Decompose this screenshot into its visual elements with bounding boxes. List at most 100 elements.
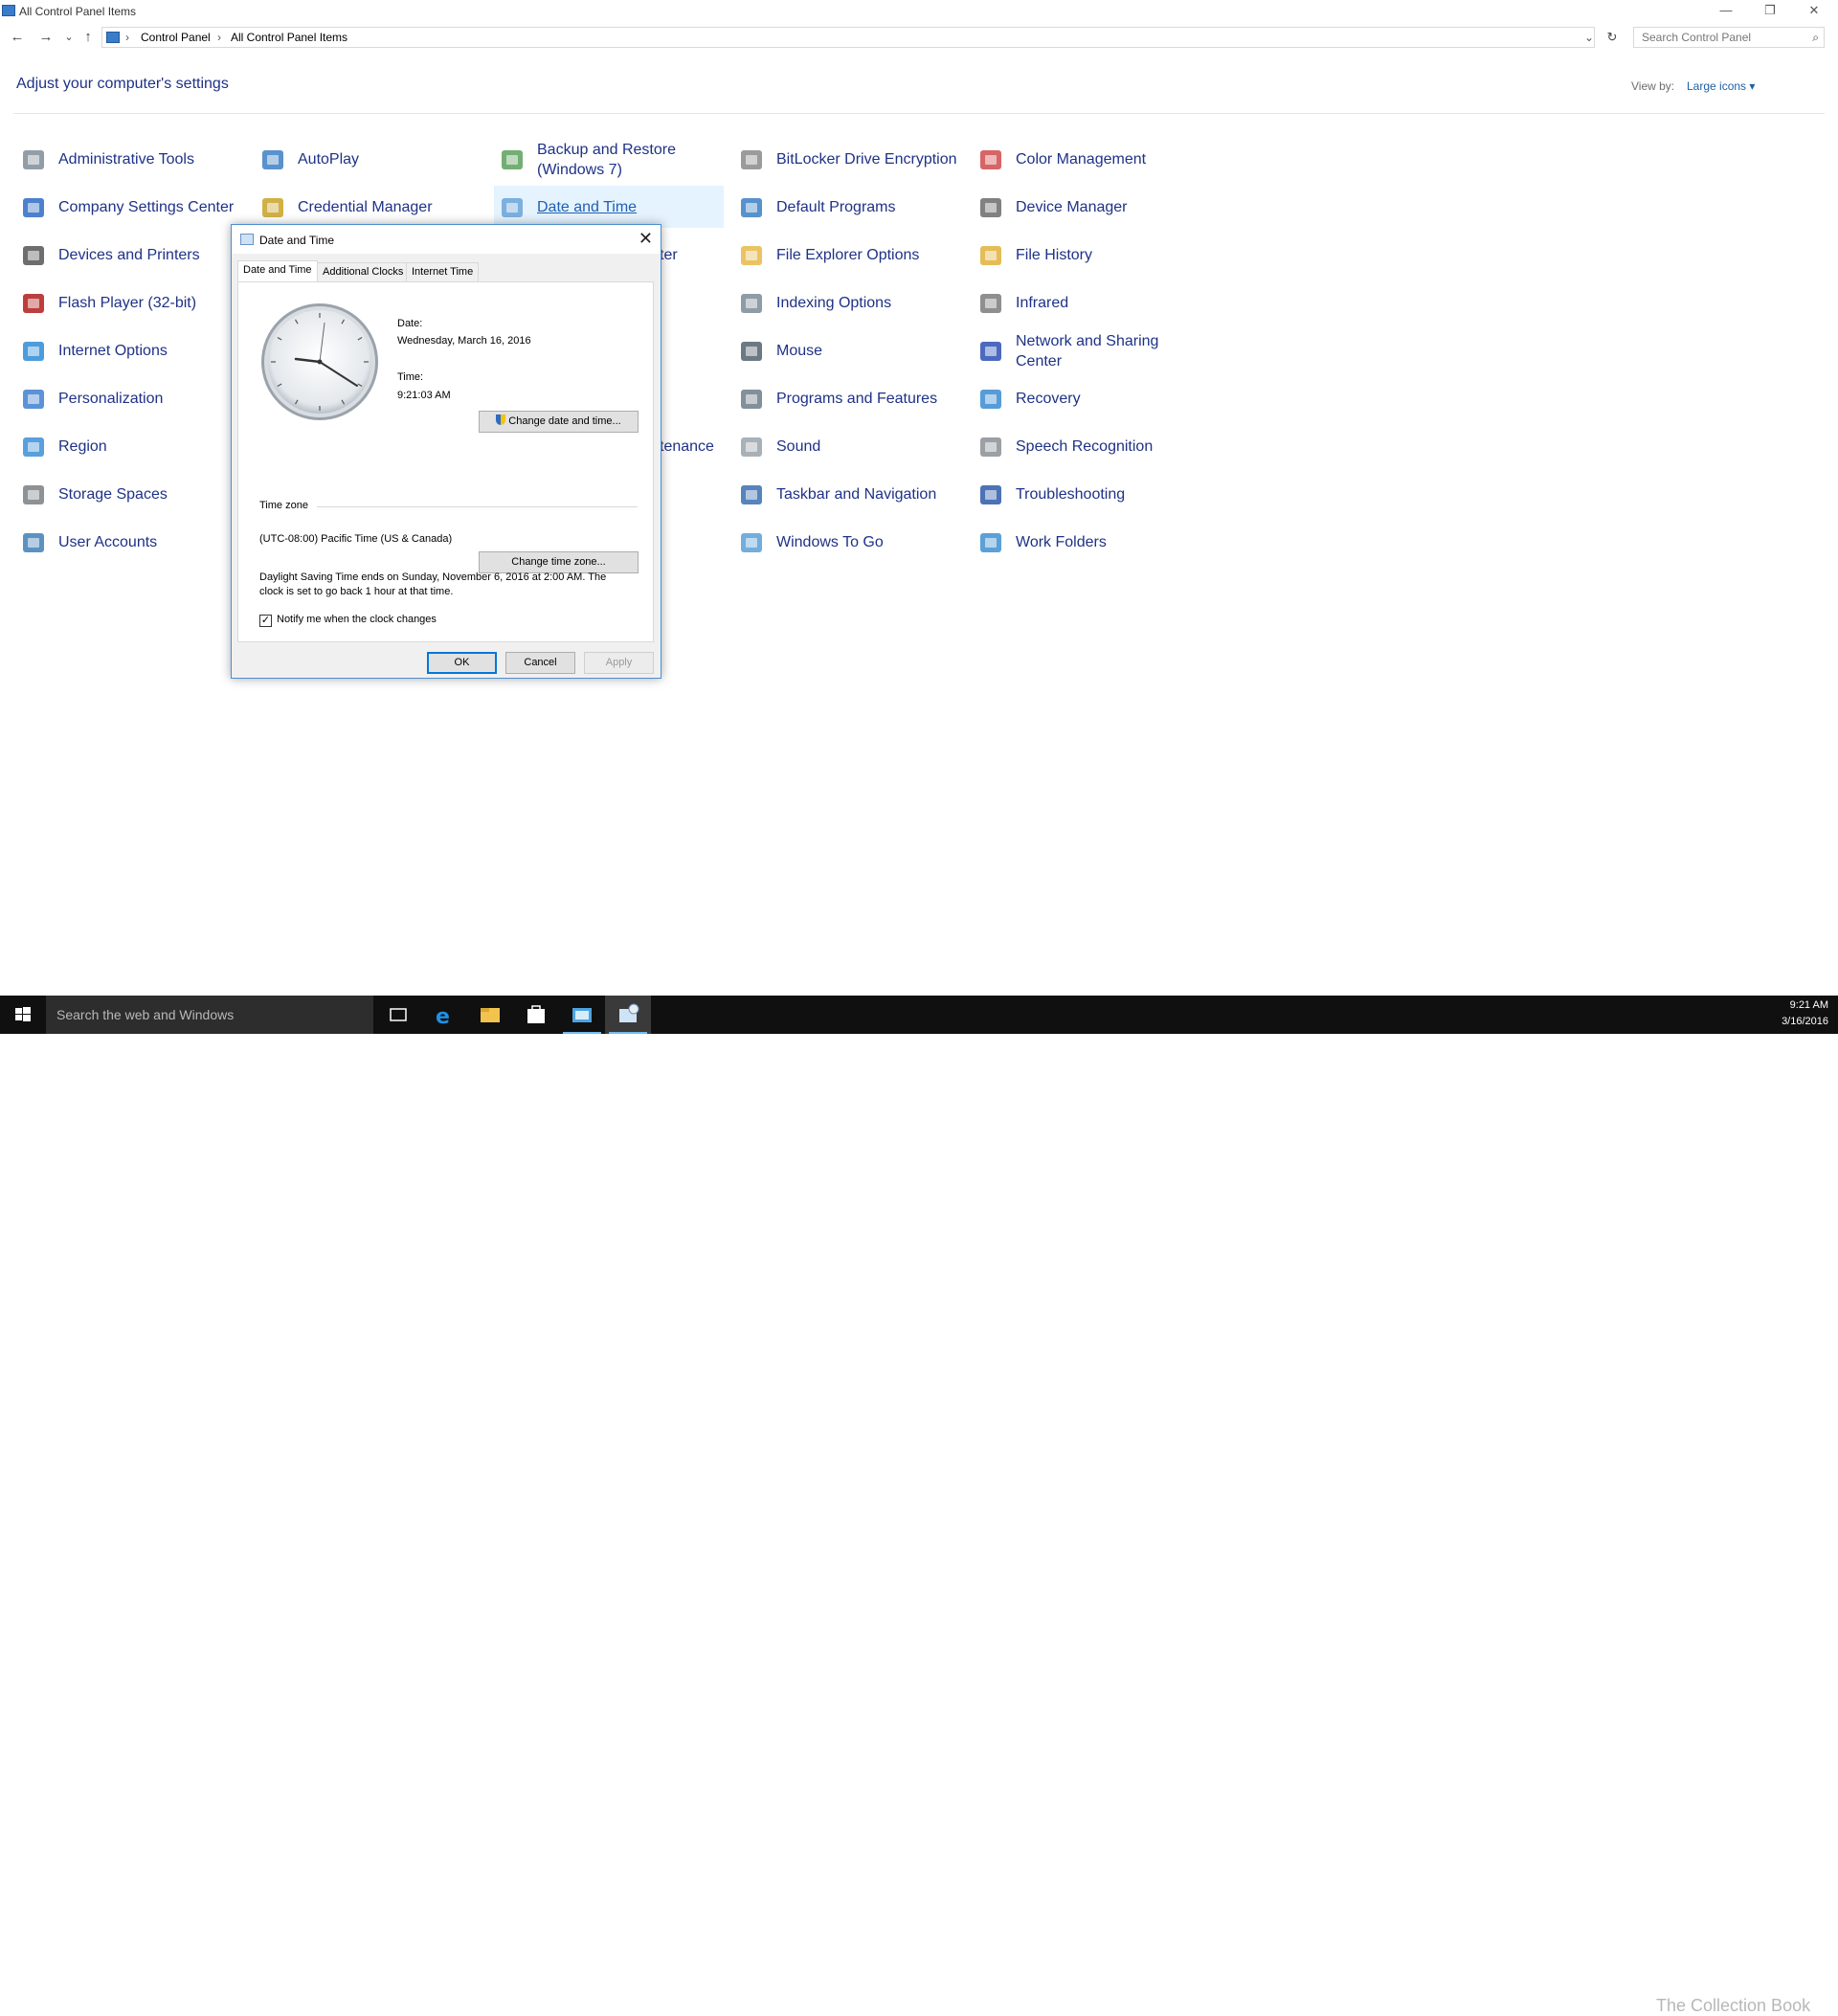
window-titlebar: All Control Panel Items — ❐ ✕ xyxy=(0,0,1838,21)
watermark: The Collection Book xyxy=(1656,1996,1811,2015)
cp-item-label: Network and Sharing Center xyxy=(1016,333,1159,370)
cancel-button[interactable]: Cancel xyxy=(505,652,575,674)
hidden-item-label[interactable]: ter xyxy=(660,247,678,264)
default-programs-icon xyxy=(737,192,768,223)
ok-button[interactable]: OK xyxy=(427,652,497,674)
taskbar-search-input[interactable]: Search the web and Windows xyxy=(46,996,373,1034)
cp-item-label: Flash Player (32-bit) xyxy=(58,295,197,311)
cp-item-storage-spaces[interactable]: Storage Spaces xyxy=(15,473,245,515)
date-value: Wednesday, March 16, 2016 xyxy=(397,335,531,347)
system-tray: 9:21 AM 3/16/2016 xyxy=(1723,996,1838,1034)
page-title: Adjust your computer's settings xyxy=(16,76,229,92)
cp-item-label: Administrative Tools xyxy=(58,151,194,168)
cp-item-infrared[interactable]: Infrared xyxy=(973,281,1202,324)
backup-icon xyxy=(498,145,528,175)
taskbar-clock-time[interactable]: 9:21 AM xyxy=(1790,999,1828,1011)
infrared-icon xyxy=(976,288,1007,319)
device-manager-icon xyxy=(976,192,1007,223)
minimize-button[interactable]: — xyxy=(1704,0,1748,21)
cp-item-troubleshooting[interactable]: Troubleshooting xyxy=(973,473,1202,515)
cp-item-label: Speech Recognition xyxy=(1016,438,1154,455)
cp-item-administrative-tools[interactable]: Administrative Tools xyxy=(15,138,245,180)
cp-item-credential-manager[interactable]: Credential Manager xyxy=(255,186,484,228)
cp-item-windows-to-go[interactable]: Windows To Go xyxy=(733,521,963,563)
dialog-title: Date and Time xyxy=(259,234,335,247)
flash-player-icon xyxy=(19,288,50,319)
cp-item-indexing-options[interactable]: Indexing Options xyxy=(733,281,963,324)
sound-icon xyxy=(737,432,768,462)
change-date-time-button[interactable]: Change date and time... xyxy=(479,411,639,433)
address-bar[interactable]: › Control Panel › All Control Panel Item… xyxy=(101,27,1595,48)
date-time-icon xyxy=(498,192,528,223)
close-button[interactable]: ✕ xyxy=(1792,0,1836,21)
back-button[interactable]: ← xyxy=(8,28,27,47)
cp-item-internet-options[interactable]: Internet Options xyxy=(15,329,245,371)
cp-item-date-and-time[interactable]: Date and Time xyxy=(494,186,724,228)
cp-item-company-settings-center[interactable]: Company Settings Center xyxy=(15,186,245,228)
tab-internet-time[interactable]: Internet Time xyxy=(406,262,480,281)
control-panel-icon[interactable] xyxy=(559,996,605,1034)
forward-button[interactable]: → xyxy=(36,28,56,47)
cp-item-backup-and-restore-windows-7[interactable]: Backup and Restore (Windows 7) xyxy=(494,138,724,180)
refresh-button[interactable]: ↻ xyxy=(1603,28,1622,47)
windows-logo-icon xyxy=(15,1007,31,1021)
cp-item-label: Company Settings Center xyxy=(58,199,235,215)
indexing-options-icon xyxy=(737,288,768,319)
cp-item-work-folders[interactable]: Work Folders xyxy=(973,521,1202,563)
change-time-zone-button[interactable]: Change time zone... xyxy=(479,551,639,573)
cp-item-recovery[interactable]: Recovery xyxy=(973,377,1202,419)
cp-item-label: Indexing Options xyxy=(776,295,892,311)
taskbar-clock-date[interactable]: 3/16/2016 xyxy=(1782,1016,1828,1027)
date-time-app-icon[interactable] xyxy=(605,996,651,1034)
tab-date-and-time[interactable]: Date and Time xyxy=(237,260,318,282)
cp-item-bitlocker-drive-encryption[interactable]: BitLocker Drive Encryption xyxy=(733,138,963,180)
breadcrumb-all-items[interactable]: All Control Panel Items xyxy=(231,28,347,47)
tab-panel: Date: Wednesday, March 16, 2016 Time: 9:… xyxy=(237,281,654,642)
cp-item-speech-recognition[interactable]: Speech Recognition xyxy=(973,425,1202,467)
cp-item-autoplay[interactable]: AutoPlay xyxy=(255,138,484,180)
taskbar: Search the web and Windows e The Collect… xyxy=(0,996,1838,2015)
apply-button[interactable]: Apply xyxy=(584,652,654,674)
color-management-icon xyxy=(976,145,1007,175)
recent-locations-button[interactable]: ⌄ xyxy=(59,28,78,47)
up-button[interactable]: ↑ xyxy=(78,28,98,47)
cp-item-sound[interactable]: Sound xyxy=(733,425,963,467)
speech-recognition-icon xyxy=(976,432,1007,462)
devices-printers-icon xyxy=(19,240,50,271)
start-button[interactable] xyxy=(0,996,46,1034)
address-dropdown-icon[interactable]: ⌄ xyxy=(1584,28,1594,47)
task-view-icon[interactable] xyxy=(375,996,421,1034)
cp-item-user-accounts[interactable]: User Accounts xyxy=(15,521,245,563)
breadcrumb-control-panel[interactable]: Control Panel xyxy=(141,28,211,47)
cp-item-label: Device Manager xyxy=(1016,199,1128,215)
edge-icon[interactable]: e xyxy=(421,996,467,1034)
cp-item-flash-player-32-bit[interactable]: Flash Player (32-bit) xyxy=(15,281,245,324)
cp-item-mouse[interactable]: Mouse xyxy=(733,329,963,371)
search-input[interactable]: Search Control Panel ⌕ xyxy=(1633,27,1825,48)
cp-item-taskbar-and-navigation[interactable]: Taskbar and Navigation xyxy=(733,473,963,515)
window-title: All Control Panel Items xyxy=(19,5,137,18)
cp-item-file-history[interactable]: File History xyxy=(973,234,1202,276)
divider xyxy=(13,113,1825,114)
cp-item-device-manager[interactable]: Device Manager xyxy=(973,186,1202,228)
hidden-item-label[interactable]: tenance xyxy=(660,438,714,456)
cp-item-programs-and-features[interactable]: Programs and Features xyxy=(733,377,963,419)
notify-checkbox[interactable]: ✓ xyxy=(259,615,272,627)
cp-item-personalization[interactable]: Personalization xyxy=(15,377,245,419)
admin-tools-icon xyxy=(19,145,50,175)
file-explorer-icon[interactable] xyxy=(467,996,513,1034)
breadcrumb-separator: › xyxy=(217,31,221,44)
cp-item-network-and-sharing-center[interactable]: Network and Sharing Center xyxy=(973,329,1202,371)
store-icon[interactable] xyxy=(513,996,559,1034)
cp-item-file-explorer-options[interactable]: File Explorer Options xyxy=(733,234,963,276)
tab-additional-clocks[interactable]: Additional Clocks xyxy=(317,262,410,281)
dialog-close-button[interactable]: ✕ xyxy=(639,229,653,248)
view-by-dropdown[interactable]: Large icons ▾ xyxy=(1687,79,1755,93)
cp-item-default-programs[interactable]: Default Programs xyxy=(733,186,963,228)
cp-item-devices-and-printers[interactable]: Devices and Printers xyxy=(15,234,245,276)
cp-item-label: Devices and Printers xyxy=(58,247,200,263)
restore-button[interactable]: ❐ xyxy=(1748,0,1792,21)
cp-item-region[interactable]: Region xyxy=(15,425,245,467)
cp-item-color-management[interactable]: Color Management xyxy=(973,138,1202,180)
search-icon[interactable]: ⌕ xyxy=(1812,28,1819,47)
